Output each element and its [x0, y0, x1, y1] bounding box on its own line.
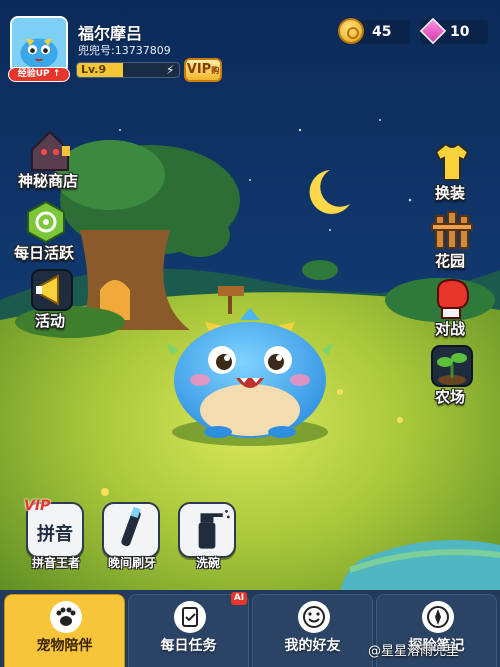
farm-button[interactable]: 农场 [410, 344, 490, 410]
daily-active-icon [24, 200, 68, 244]
bolt-icon: ⚡ [166, 63, 175, 77]
garden-button[interactable]: 花园 [410, 208, 490, 274]
vip-label: VIP [186, 62, 212, 77]
garden-label: 花园 [434, 252, 465, 270]
mystery-shop-label: 神秘商店 [17, 172, 78, 190]
avatar-dragon-icon [12, 18, 66, 72]
compass-icon [422, 601, 454, 633]
player-uid: 兜兜号:13737809 [78, 44, 171, 57]
coin-counter[interactable]: 45 [338, 18, 410, 44]
shirt-icon [430, 140, 474, 184]
level-progress-bar: Lv.9 [76, 62, 180, 78]
farm-label: 农场 [434, 388, 465, 406]
tab-my-friends[interactable]: 我的好友 [252, 594, 373, 667]
tab-daily-tasks[interactable]: 每日任务 [128, 594, 249, 667]
pinyin-vip-tag: VIP [24, 498, 51, 514]
battle-label: 对战 [434, 320, 465, 338]
pinyin-king-label: 拼音王者 [31, 556, 80, 570]
fence-icon [430, 208, 474, 252]
megaphone-icon [30, 268, 74, 312]
coin-value: 45 [372, 24, 392, 40]
daily-active-label: 每日活跃 [13, 244, 74, 262]
checklist-icon [174, 601, 206, 633]
coin-icon [338, 18, 364, 44]
tab-my-friends-label: 我的好友 [284, 638, 341, 654]
events-button[interactable]: 活动 [10, 268, 90, 334]
battle-button[interactable]: 对战 [410, 276, 490, 342]
tab-pet-companion[interactable]: 宠物陪伴 [4, 594, 125, 667]
boxing-glove-icon [430, 276, 474, 320]
player-avatar[interactable] [10, 16, 68, 74]
mystery-shop-button[interactable]: 神秘商店 [8, 128, 88, 194]
gem-icon [419, 17, 447, 45]
ai-badge: AI [231, 592, 247, 605]
toothbrush-icon [102, 502, 160, 558]
dress-up-button[interactable]: 换装 [410, 140, 490, 206]
watermark: @星星溶雨兜里 [368, 644, 460, 659]
exp-up-badge: 经验UP ↑ [8, 67, 70, 82]
player-name: 福尔摩吕 [78, 24, 143, 43]
gem-counter[interactable]: 10 [419, 17, 488, 45]
shop-hut-icon [28, 128, 72, 172]
level-label: Lv.9 [81, 63, 107, 76]
tab-daily-tasks-label: 每日任务 [160, 638, 217, 654]
pinyin-king-button[interactable]: 拼音 VIP 拼音王者 [24, 498, 88, 572]
tab-pet-companion-label: 宠物陪伴 [36, 638, 93, 654]
wash-dishes-button[interactable]: 洗碗 [176, 502, 240, 572]
spray-bottle-icon [178, 502, 236, 558]
paw-icon [50, 601, 82, 633]
daily-active-button[interactable]: 每日活跃 [4, 200, 84, 266]
wash-dishes-label: 洗碗 [195, 556, 220, 570]
evening-brushing-button[interactable]: 晚间刷牙 [100, 502, 164, 572]
gem-value: 10 [450, 24, 470, 40]
events-label: 活动 [34, 312, 65, 330]
dress-up-label: 换装 [434, 184, 465, 202]
sprout-icon [430, 344, 474, 388]
smiley-icon [298, 601, 330, 633]
vip-purchase-button[interactable]: VIP购 [184, 58, 222, 82]
vip-sub-label: 购 [211, 66, 220, 75]
pinyin-card-text: 拼音 [37, 524, 73, 545]
evening-brushing-label: 晚间刷牙 [107, 556, 156, 570]
